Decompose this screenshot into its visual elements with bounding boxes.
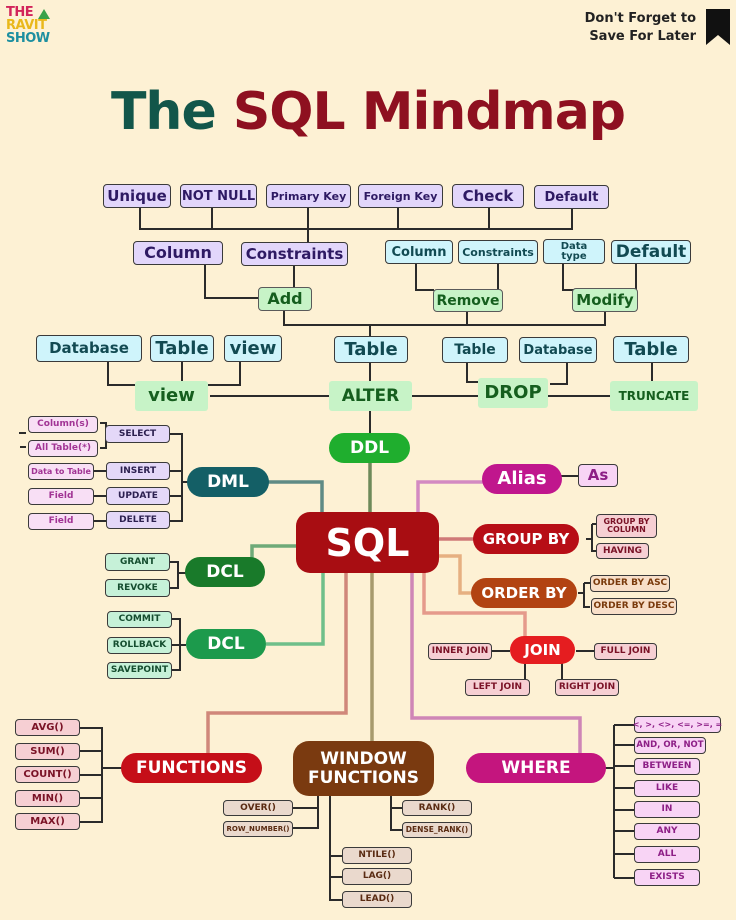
- ddl-truncate[interactable]: TRUNCATE: [610, 381, 698, 411]
- dml-update[interactable]: UPDATE: [106, 487, 170, 505]
- window-lag[interactable]: LAG(): [342, 868, 412, 885]
- dcl-revoke[interactable]: REVOKE: [105, 579, 170, 597]
- function-sum[interactable]: SUM(): [15, 743, 80, 760]
- save-reminder: Don't Forget to Save For Later: [585, 10, 696, 46]
- delete-field[interactable]: Field: [28, 513, 94, 530]
- order-by-node[interactable]: ORDER BY: [471, 578, 577, 608]
- bookmark-icon[interactable]: [706, 9, 730, 45]
- dcl-grant[interactable]: GRANT: [105, 553, 170, 571]
- group-by-column[interactable]: GROUP BY COLUMN: [596, 514, 657, 538]
- save-reminder-line-2: Save For Later: [589, 29, 696, 44]
- modify-default[interactable]: Default: [611, 240, 691, 264]
- where-like[interactable]: LIKE: [634, 780, 700, 797]
- function-count[interactable]: COUNT(): [15, 766, 80, 783]
- ddl-view[interactable]: view: [135, 381, 208, 411]
- logo-line-3: SHOW: [6, 31, 50, 46]
- window-dense-rank[interactable]: DENSE_RANK(): [402, 822, 472, 838]
- add-column[interactable]: Column: [133, 241, 223, 265]
- window-lead[interactable]: LEAD(): [342, 891, 412, 908]
- where-comparison-operators[interactable]: <, >, <>, <=, >=, =: [633, 716, 722, 733]
- save-reminder-line-1: Don't Forget to: [584, 11, 696, 26]
- dml-delete[interactable]: DELETE: [106, 511, 170, 529]
- constraint-primary-key[interactable]: Primary Key: [266, 184, 351, 208]
- right-join[interactable]: RIGHT JOIN: [555, 679, 619, 696]
- view-database[interactable]: Database: [36, 335, 142, 362]
- window-over[interactable]: OVER(): [223, 800, 293, 816]
- select-columns[interactable]: Column(s): [28, 416, 98, 433]
- inner-join[interactable]: INNER JOIN: [428, 643, 492, 660]
- alter-table[interactable]: Table: [334, 336, 408, 363]
- where-logical-operators[interactable]: AND, OR, NOT: [634, 737, 706, 754]
- view-table[interactable]: Table: [150, 335, 214, 362]
- full-join[interactable]: FULL JOIN: [594, 643, 657, 660]
- dml-node[interactable]: DML: [187, 467, 269, 497]
- dml-insert[interactable]: INSERT: [106, 462, 170, 480]
- tcl-rollback[interactable]: ROLLBACK: [107, 637, 172, 654]
- modify-data-type[interactable]: Data type: [543, 239, 605, 264]
- sql-root-node[interactable]: SQL: [296, 512, 439, 573]
- remove-constraints[interactable]: Constraints: [458, 240, 538, 264]
- drop-table[interactable]: Table: [442, 337, 508, 363]
- insert-data-to-table[interactable]: Data to Table: [28, 463, 94, 480]
- ravit-show-logo: THE RAVIT SHOW: [6, 6, 66, 50]
- where-exists[interactable]: EXISTS: [634, 869, 700, 886]
- ddl-node[interactable]: DDL: [329, 433, 410, 463]
- window-functions-node[interactable]: WINDOW FUNCTIONS: [293, 741, 434, 796]
- logo-triangle-icon: [38, 9, 50, 19]
- add-constraints[interactable]: Constraints: [241, 242, 348, 266]
- where-any[interactable]: ANY: [634, 823, 700, 840]
- where-node[interactable]: WHERE: [466, 753, 606, 783]
- tcl-node[interactable]: DCL: [186, 629, 266, 659]
- title-part-2: SQL Mindmap: [232, 82, 626, 142]
- function-max[interactable]: MAX(): [15, 813, 80, 830]
- ddl-drop[interactable]: DROP: [478, 378, 548, 408]
- group-by-node[interactable]: GROUP BY: [473, 524, 579, 554]
- function-min[interactable]: MIN(): [15, 790, 80, 807]
- function-avg[interactable]: AVG(): [15, 719, 80, 736]
- constraint-unique[interactable]: Unique: [103, 184, 171, 208]
- constraint-default[interactable]: Default: [534, 185, 609, 209]
- window-row-number[interactable]: ROW_NUMBER(): [223, 821, 293, 837]
- update-field[interactable]: Field: [28, 488, 94, 505]
- group-by-having[interactable]: HAVING: [596, 543, 649, 559]
- order-by-desc[interactable]: ORDER BY DESC: [591, 598, 677, 615]
- constraint-check[interactable]: Check: [452, 184, 524, 208]
- functions-node[interactable]: FUNCTIONS: [121, 753, 262, 783]
- view-view[interactable]: view: [224, 335, 282, 362]
- alter-modify[interactable]: Modify: [572, 288, 638, 312]
- select-all-table[interactable]: All Table(*): [28, 440, 98, 457]
- tcl-commit[interactable]: COMMIT: [107, 611, 172, 628]
- window-rank[interactable]: RANK(): [402, 800, 472, 816]
- truncate-table[interactable]: Table: [613, 336, 689, 363]
- order-by-asc[interactable]: ORDER BY ASC: [590, 575, 670, 592]
- join-node[interactable]: JOIN: [510, 636, 575, 664]
- remove-column[interactable]: Column: [385, 240, 453, 264]
- tcl-savepoint[interactable]: SAVEPOINT: [107, 662, 172, 679]
- constraint-foreign-key[interactable]: Foreign Key: [358, 184, 443, 208]
- where-in[interactable]: IN: [634, 801, 700, 818]
- ddl-alter[interactable]: ALTER: [329, 381, 412, 411]
- constraint-not-null[interactable]: NOT NULL: [180, 184, 257, 208]
- dml-select[interactable]: SELECT: [105, 425, 170, 443]
- left-join[interactable]: LEFT JOIN: [465, 679, 530, 696]
- where-between[interactable]: BETWEEN: [634, 758, 700, 775]
- alias-node[interactable]: Alias: [482, 464, 562, 494]
- alter-add[interactable]: Add: [258, 287, 312, 311]
- drop-database[interactable]: Database: [519, 337, 597, 363]
- window-ntile[interactable]: NTILE(): [342, 847, 412, 864]
- title-part-1: The: [110, 82, 217, 142]
- page-title: The SQL Mindmap: [0, 82, 736, 142]
- alter-remove[interactable]: Remove: [433, 289, 503, 312]
- where-all[interactable]: ALL: [634, 846, 700, 863]
- alias-as[interactable]: As: [578, 464, 618, 487]
- dcl-node[interactable]: DCL: [185, 557, 265, 587]
